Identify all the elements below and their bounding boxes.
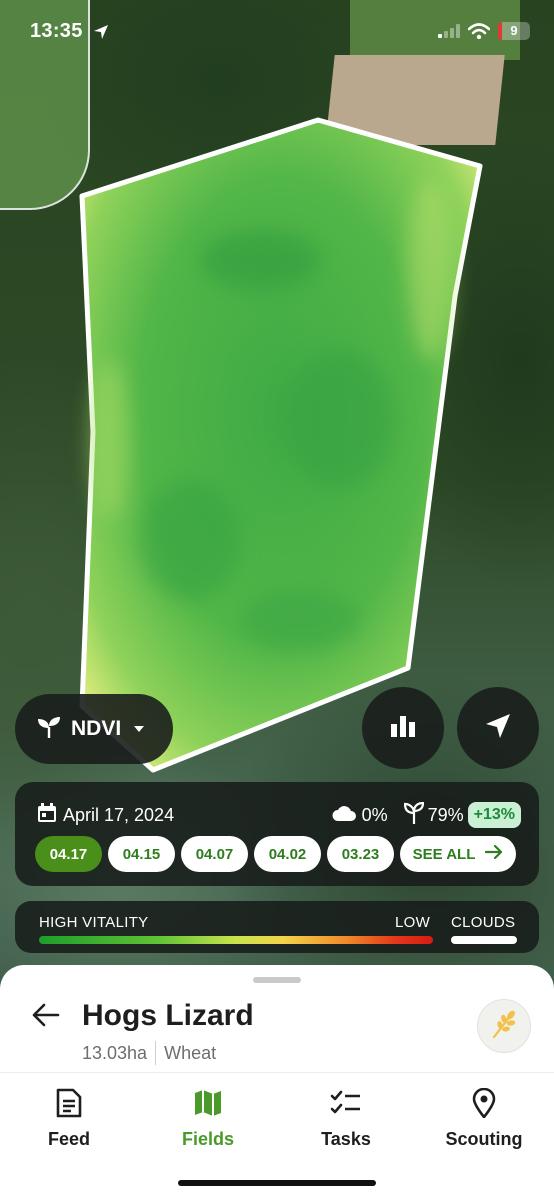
tab-fields[interactable]: Fields: [148, 1087, 268, 1150]
vegetation-icon: [403, 801, 424, 829]
imagery-date-panel: April 17, 2024 0% 79% +13% 04.17 04.15 0…: [15, 782, 539, 886]
date-pill[interactable]: 03.23: [327, 836, 394, 872]
ndvi-legend: HIGH VITALITY LOW CLOUDS: [15, 901, 539, 953]
legend-high-label: HIGH VITALITY: [39, 914, 149, 931]
meta-divider: [155, 1041, 157, 1065]
status-time: 13:35: [30, 20, 83, 42]
layer-selector-button[interactable]: NDVI: [15, 694, 173, 764]
field-crop: Wheat: [164, 1042, 217, 1063]
caret-down-icon: [133, 720, 145, 738]
clouds-swatch: [451, 936, 517, 944]
battery-level: 9: [510, 23, 518, 38]
analytics-button[interactable]: [362, 687, 444, 769]
wheat-icon: [490, 1009, 518, 1044]
legend-clouds-label: CLOUDS: [451, 914, 516, 931]
back-arrow-icon[interactable]: [32, 1003, 60, 1032]
field-meta: 13.03ha Wheat: [82, 1041, 216, 1065]
field-area: 13.03ha: [82, 1042, 148, 1063]
see-all-button[interactable]: SEE ALL: [400, 836, 516, 872]
date-selector: 04.17 04.15 04.07 04.02 03.23 SEE ALL: [35, 836, 516, 872]
see-all-label: SEE ALL: [412, 845, 476, 863]
legend-low-label: LOW: [395, 914, 431, 931]
cellular-signal-icon: [438, 24, 460, 43]
tab-feed[interactable]: Feed: [9, 1087, 129, 1150]
layer-selector-label: NDVI: [71, 717, 122, 740]
tasks-checklist-icon: [286, 1087, 406, 1119]
vegetation-value: 79%: [427, 804, 464, 825]
date-pill-active[interactable]: 04.17: [35, 836, 102, 872]
date-pill[interactable]: 04.07: [181, 836, 248, 872]
imagery-date: April 17, 2024: [63, 804, 175, 825]
location-arrow-icon: [93, 24, 109, 45]
tab-label: Feed: [47, 1129, 90, 1149]
battery-charging-icon: 9: [498, 22, 530, 40]
map-pin-icon: [424, 1087, 544, 1119]
crop-button[interactable]: [477, 999, 531, 1053]
field-name: Hogs Lizard: [82, 999, 254, 1032]
status-bar: 13:35 9: [0, 18, 554, 48]
navigation-arrow-icon: [484, 712, 512, 745]
date-pill[interactable]: 04.15: [108, 836, 175, 872]
tab-scouting[interactable]: Scouting: [424, 1087, 544, 1150]
cloud-icon: [332, 805, 356, 826]
sprout-icon: [37, 716, 61, 743]
vitality-gradient-bar: [39, 936, 433, 944]
cloud-cover-value: 0%: [361, 804, 388, 825]
tab-label: Tasks: [321, 1129, 371, 1149]
locate-me-button[interactable]: [457, 687, 539, 769]
calendar-icon: [37, 802, 57, 828]
tab-label: Fields: [181, 1129, 234, 1149]
map-icon: [148, 1087, 268, 1119]
tab-tasks[interactable]: Tasks: [286, 1087, 406, 1150]
feed-icon: [9, 1087, 129, 1119]
tab-label: Scouting: [445, 1129, 523, 1149]
sheet-drag-handle[interactable]: [253, 977, 301, 983]
home-indicator[interactable]: [178, 1180, 376, 1186]
bar-chart-icon: [390, 714, 416, 743]
change-badge: +13%: [467, 802, 521, 828]
wifi-icon: [467, 23, 491, 44]
arrow-right-icon: [485, 844, 503, 863]
date-pill[interactable]: 04.02: [254, 836, 321, 872]
